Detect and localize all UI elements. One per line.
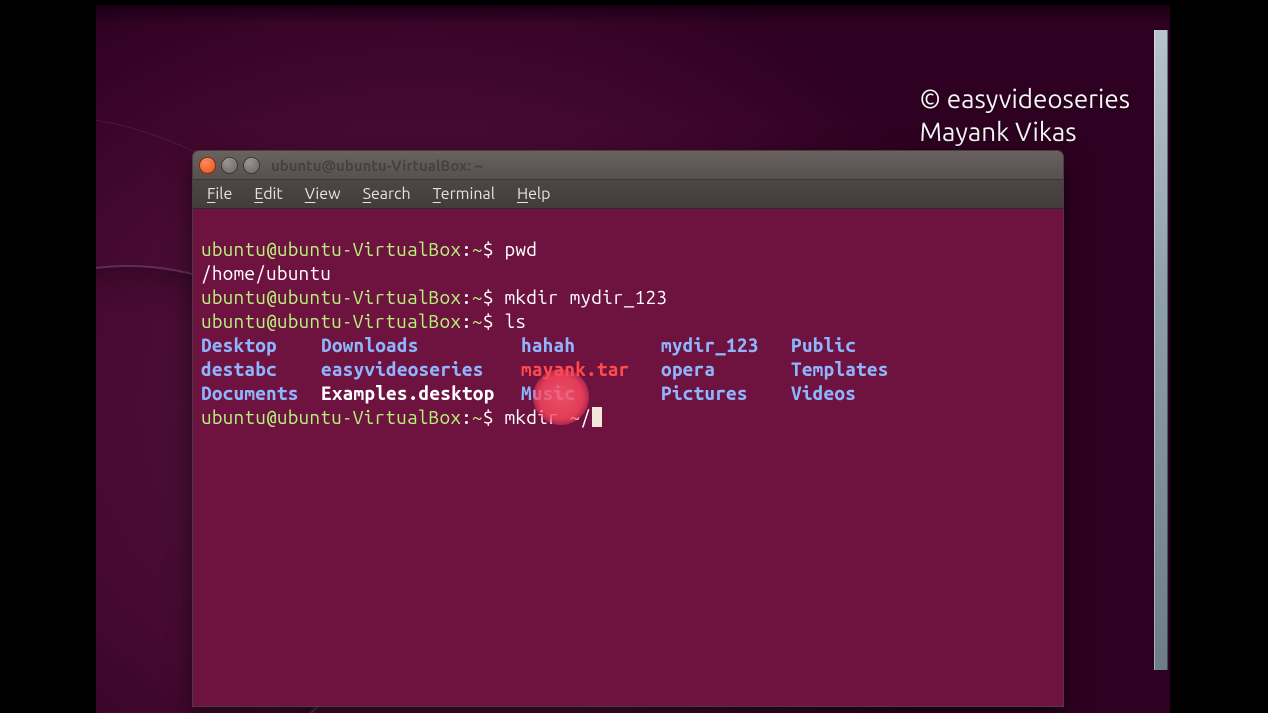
ls-entry: opera: [661, 357, 791, 381]
output-pwd: /home/ubuntu: [201, 262, 331, 284]
command-pwd: pwd: [505, 238, 538, 260]
menu-edit[interactable]: Edit: [244, 182, 292, 206]
watermark-line1: © easyvideoseries: [919, 83, 1130, 116]
prompt-sigil: $: [483, 238, 505, 260]
ls-entry: easyvideoseries: [321, 357, 521, 381]
ls-entry: Videos: [791, 381, 931, 405]
menu-search[interactable]: Search: [353, 182, 421, 206]
window-title: ubuntu@ubuntu-VirtualBox: ~: [271, 157, 483, 174]
ls-entry: destabc: [201, 357, 321, 381]
ls-entry: Public: [791, 333, 931, 357]
ls-entry: Pictures: [661, 381, 791, 405]
titlebar[interactable]: ubuntu@ubuntu-VirtualBox: ~: [193, 151, 1063, 180]
ls-entry: mydir_123: [661, 333, 791, 357]
ls-entry: mayank.tar: [521, 357, 661, 381]
prompt-userhost: ubuntu@ubuntu-VirtualBox: [201, 406, 461, 428]
command-ls: ls: [505, 310, 527, 332]
ls-entry: Examples.desktop: [321, 381, 521, 405]
menu-view[interactable]: View: [295, 182, 351, 206]
text-cursor: [592, 407, 602, 427]
menu-help[interactable]: Help: [507, 182, 561, 206]
command-mkdir-2: mkdir ~/: [505, 406, 592, 428]
ls-entry: Documents: [201, 381, 321, 405]
ls-entry: Desktop: [201, 333, 321, 357]
menu-terminal[interactable]: Terminal: [423, 182, 505, 206]
ls-entry: Music: [521, 381, 661, 405]
window-minimize-button[interactable]: [221, 157, 238, 174]
ls-entry: Templates: [791, 357, 931, 381]
ls-entry: Downloads: [321, 333, 521, 357]
terminal-window: ubuntu@ubuntu-VirtualBox: ~ File Edit Vi…: [192, 150, 1064, 707]
watermark-line2: Mayank Vikas: [919, 116, 1130, 149]
ls-output: DesktopDownloadshahahmydir_123Public des…: [201, 333, 1055, 405]
video-right-edge: [1154, 30, 1168, 670]
watermark: © easyvideoseries Mayank Vikas: [919, 83, 1130, 148]
window-maximize-button[interactable]: [243, 157, 260, 174]
terminal-body[interactable]: ubuntu@ubuntu-VirtualBox:~$ pwd /home/ub…: [193, 209, 1063, 707]
menubar: File Edit View Search Terminal Help: [193, 180, 1063, 209]
menu-file[interactable]: File: [197, 182, 242, 206]
command-mkdir-1: mkdir mydir_123: [505, 286, 668, 308]
prompt-sep: :: [461, 238, 472, 260]
prompt-userhost: ubuntu@ubuntu-VirtualBox: [201, 286, 461, 308]
window-close-button[interactable]: [199, 157, 216, 174]
prompt-userhost: ubuntu@ubuntu-VirtualBox: [201, 310, 461, 332]
prompt-userhost: ubuntu@ubuntu-VirtualBox: [201, 238, 461, 260]
stage: © easyvideoseries Mayank Vikas ubuntu@ub…: [0, 0, 1268, 713]
ls-entry: hahah: [521, 333, 661, 357]
prompt-path: ~: [472, 238, 483, 260]
